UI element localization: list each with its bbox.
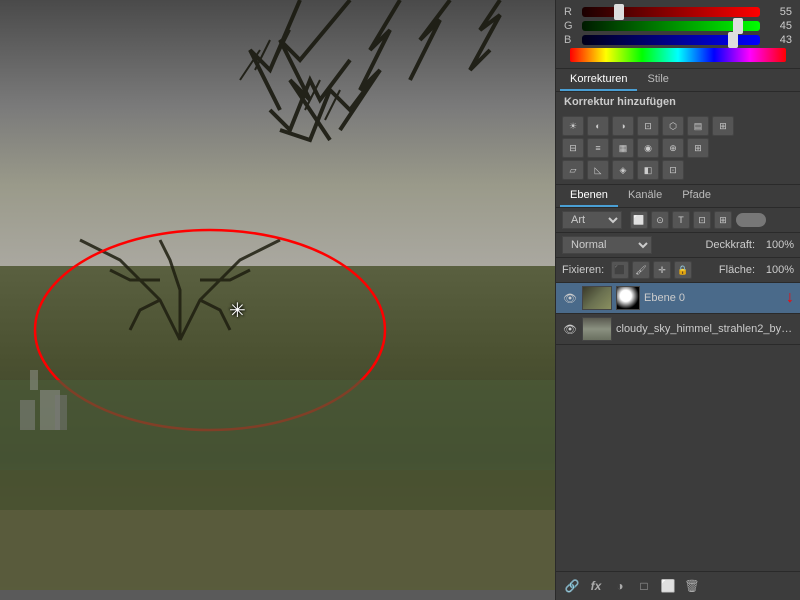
right-panel: R 55 G 45 B 43 xyxy=(555,0,800,600)
r-label: R xyxy=(564,6,578,18)
canvas-image: ✳ xyxy=(0,0,555,590)
posterize-icon-btn[interactable]: ≡ xyxy=(587,138,609,158)
b-channel-row: B 43 xyxy=(564,34,792,46)
layers-tabs: Ebenen Kanäle Pfade xyxy=(556,184,800,208)
channels-section: R 55 G 45 B 43 xyxy=(556,0,800,69)
filter-type-select[interactable]: Art xyxy=(562,211,622,229)
layer-0-name: Ebene 0 xyxy=(644,292,780,304)
layer-1-name: cloudy_sky_himmel_strahlen2_by_... xyxy=(616,323,794,335)
blend-row: Normal Deckkraft: 100% xyxy=(556,233,800,258)
filter-shape-icon[interactable]: ⊡ xyxy=(693,211,711,229)
adjustment-icon[interactable]: ◑ xyxy=(610,576,630,596)
layer-0-mask xyxy=(616,286,640,310)
layer-filter-row: Art ⬜ ⊙ T ⊡ ⊞ xyxy=(556,208,800,233)
invert-icon-btn[interactable]: ⊟ xyxy=(562,138,584,158)
gradient-icon-btn[interactable]: ◉ xyxy=(637,138,659,158)
korrekturen-tabs: Korrekturen Stile xyxy=(556,69,800,92)
main-layout: ✳ R 55 G 45 B xyxy=(0,0,800,600)
bottom-toolbar: 🔗 fx ◑ □ ⬜ 🗑 xyxy=(556,571,800,600)
tab-stile[interactable]: Stile xyxy=(637,69,678,91)
correction-row-3: ▱ ◺ ◈ ◧ ⊡ xyxy=(562,160,794,180)
bw-icon-btn[interactable]: ◧ xyxy=(637,160,659,180)
curve-icon-btn[interactable]: ◐ xyxy=(587,116,609,136)
layer-1-visibility[interactable]: 👁 xyxy=(562,321,578,337)
folder-icon[interactable]: □ xyxy=(634,576,654,596)
deckkraft-value: 100% xyxy=(759,239,794,251)
r-slider-track[interactable] xyxy=(582,7,760,17)
g-slider-track[interactable] xyxy=(582,21,760,31)
sun-icon-btn[interactable]: ☀ xyxy=(562,116,584,136)
filter-adjust-icon[interactable]: ⊙ xyxy=(651,211,669,229)
filter-toggle[interactable] xyxy=(736,213,766,227)
deckkraft-label: Deckkraft: xyxy=(705,239,755,251)
filter-smart-icon[interactable]: ⊞ xyxy=(714,211,732,229)
r-thumb[interactable] xyxy=(614,4,624,20)
sky-layer xyxy=(0,0,555,266)
b-value: 43 xyxy=(764,34,792,46)
ground-layer xyxy=(0,266,555,591)
canvas-area: ✳ xyxy=(0,0,555,600)
layer-0-thumbnail xyxy=(582,286,612,310)
exposure-icon-btn[interactable]: ⊡ xyxy=(637,116,659,136)
delete-layer-icon[interactable]: 🗑 xyxy=(682,576,702,596)
g-channel-row: G 45 xyxy=(564,20,792,32)
red-arrow-icon: ↓ xyxy=(786,289,794,307)
colorbalance-icon-btn[interactable]: ◈ xyxy=(612,160,634,180)
filter-image-icon[interactable]: ⬜ xyxy=(630,211,648,229)
correction-row-2: ⊟ ≡ ▦ ◉ ⊕ ⊞ xyxy=(562,138,794,158)
layer-row-0[interactable]: 👁 Ebene 0 ↓ xyxy=(556,283,800,314)
b-slider-track[interactable] xyxy=(582,35,760,45)
layers-list: 👁 Ebene 0 ↓ 👁 cloudy_sky_himmel_strahlen… xyxy=(556,283,800,571)
b-thumb[interactable] xyxy=(728,32,738,48)
tab-pfade[interactable]: Pfade xyxy=(672,185,721,207)
r-value: 55 xyxy=(764,6,792,18)
correction-icons: ☀ ◐ ◑ ⊡ ⬡ ▤ ⊞ ⊟ ≡ ▦ ◉ ⊕ ⊞ ▱ ◺ ◈ ◧ ⊡ xyxy=(556,112,800,184)
layer-1-thumbnail xyxy=(582,317,612,341)
tab-kanaele[interactable]: Kanäle xyxy=(618,185,672,207)
fixieren-row: Fixieren: ⬛ 🖌 ✛ 🔒 Fläche: 100% xyxy=(556,258,800,283)
fx-icon[interactable]: fx xyxy=(586,576,606,596)
color-bar xyxy=(570,48,786,62)
flaeche-label: Fläche: xyxy=(719,264,755,276)
r-channel-row: R 55 xyxy=(564,6,792,18)
vibrance-icon-btn[interactable]: ⬡ xyxy=(662,116,684,136)
brightness-icon-btn[interactable]: ◑ xyxy=(612,116,634,136)
channel-mixer-icon-btn[interactable]: ⊞ xyxy=(687,138,709,158)
g-label: G xyxy=(564,20,578,32)
selectcolor-icon-btn[interactable]: ⊕ xyxy=(662,138,684,158)
korrektur-label: Korrektur hinzufügen xyxy=(556,92,800,112)
fix-icons: ⬛ 🖌 ✛ 🔒 xyxy=(611,261,692,279)
colorlookup-icon-btn[interactable]: ⊞ xyxy=(712,116,734,136)
fix-brush-icon[interactable]: 🖌 xyxy=(632,261,650,279)
curves2-icon-btn[interactable]: ◺ xyxy=(587,160,609,180)
g-value: 45 xyxy=(764,20,792,32)
filter-text-icon[interactable]: T xyxy=(672,211,690,229)
levels-icon-btn[interactable]: ▱ xyxy=(562,160,584,180)
fix-move-icon[interactable]: ✛ xyxy=(653,261,671,279)
threshold-icon-btn[interactable]: ▦ xyxy=(612,138,634,158)
fix-lock-icon[interactable]: 🔒 xyxy=(674,261,692,279)
hsl-icon-btn[interactable]: ▤ xyxy=(687,116,709,136)
layer-row-1[interactable]: 👁 cloudy_sky_himmel_strahlen2_by_... xyxy=(556,314,800,345)
photofilter-icon-btn[interactable]: ⊡ xyxy=(662,160,684,180)
blend-mode-select[interactable]: Normal xyxy=(562,236,652,254)
new-layer-icon[interactable]: ⬜ xyxy=(658,576,678,596)
link-icon[interactable]: 🔗 xyxy=(562,576,582,596)
fix-pixel-icon[interactable]: ⬛ xyxy=(611,261,629,279)
layer-0-visibility[interactable]: 👁 xyxy=(562,290,578,306)
flaeche-value: 100% xyxy=(759,264,794,276)
fixieren-label: Fixieren: xyxy=(562,264,607,276)
snowflake-cursor: ✳ xyxy=(229,298,246,323)
tab-korrekturen[interactable]: Korrekturen xyxy=(560,69,637,91)
b-label: B xyxy=(564,34,578,46)
tab-ebenen[interactable]: Ebenen xyxy=(560,185,618,207)
filter-icons: ⬜ ⊙ T ⊡ ⊞ xyxy=(630,211,732,229)
correction-row-1: ☀ ◐ ◑ ⊡ ⬡ ▤ ⊞ xyxy=(562,116,794,136)
